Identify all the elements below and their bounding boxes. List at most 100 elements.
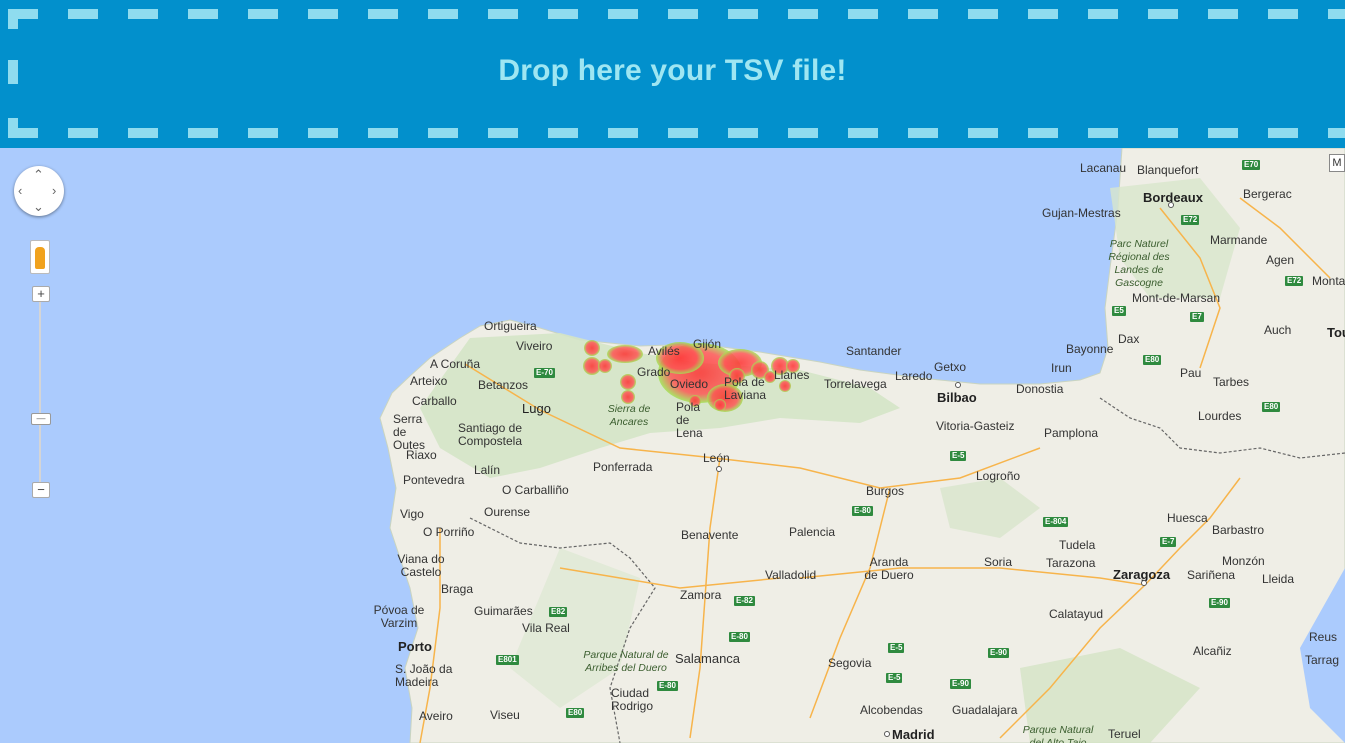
map-label: Tudela — [1059, 538, 1096, 552]
pan-control[interactable]: ⌃ ⌄ ‹ › — [14, 166, 64, 216]
map-label: Llanes — [774, 368, 810, 382]
dropzone-border-dash — [788, 9, 818, 19]
map-label: Parc Naturel Régional des Landes de Gasc… — [1108, 238, 1170, 289]
tsv-dropzone[interactable]: Drop here your TSV file! — [0, 0, 1345, 148]
highway-shield: E-5 — [950, 451, 967, 461]
map-label: Tarazona — [1046, 556, 1096, 570]
dropzone-border-dash — [608, 9, 638, 19]
highway-shield: E-5 — [888, 643, 905, 653]
map-label: Parque Natural de Arribes del Duero — [583, 649, 669, 674]
map-label: Lacanau — [1080, 161, 1127, 175]
map-label: Getxo — [934, 360, 967, 374]
map-label: Huesca — [1167, 511, 1208, 525]
dropzone-border-dash — [68, 128, 98, 138]
highway-shield: E-80 — [852, 506, 873, 516]
highway-shield: E-80 — [729, 632, 750, 642]
map-label: Segovia — [828, 656, 872, 670]
city-marker — [1141, 580, 1147, 586]
map-label: Pontevedra — [403, 473, 465, 487]
dropzone-border-dash — [308, 128, 338, 138]
pan-right-icon[interactable]: › — [52, 184, 56, 197]
map-label: Tarrag — [1305, 653, 1340, 667]
pan-down-icon[interactable]: ⌄ — [33, 200, 44, 213]
map-label: Alcañiz — [1193, 644, 1232, 658]
map-label: Grado — [637, 365, 671, 379]
city-marker — [716, 466, 722, 472]
dropzone-border-dash — [1088, 128, 1118, 138]
city-marker — [955, 382, 961, 388]
dropzone-border-dash — [728, 128, 758, 138]
map-label: Guimarães — [474, 604, 533, 618]
dropzone-border-dash — [248, 9, 278, 19]
dropzone-border-dash — [668, 128, 698, 138]
map-label: Zaragoza — [1113, 567, 1171, 582]
highway-shield: E-80 — [657, 681, 678, 691]
highway-shield: E-82 — [734, 596, 755, 606]
map-label: Sariñena — [1187, 568, 1236, 582]
map-label: Guadalajara — [952, 703, 1018, 717]
map-label: Gujan-Mestras — [1042, 206, 1121, 220]
pan-up-icon[interactable]: ⌃ — [33, 168, 44, 181]
map-label: Lourdes — [1198, 409, 1242, 423]
map-label: Oviedo — [670, 377, 709, 391]
map-label: Avilés — [648, 344, 680, 358]
map-label: S. João da Madeira — [395, 662, 453, 689]
map-label: Barbastro — [1212, 523, 1265, 537]
dropzone-border-dash — [1028, 128, 1058, 138]
dropzone-border-dash — [1268, 128, 1298, 138]
street-view-pegman[interactable] — [30, 240, 50, 274]
dropzone-border-dash — [8, 9, 18, 29]
map-label: Bilbao — [937, 390, 977, 405]
pegman-icon — [35, 247, 45, 269]
dropzone-border-dash — [548, 128, 578, 138]
map-label: Sierra de Ancares — [607, 403, 651, 428]
map-label: Braga — [441, 582, 474, 596]
highway-shield: E-7 — [1160, 537, 1177, 547]
map-label: Vitoria-Gasteiz — [936, 419, 1015, 433]
map-label: Madrid — [892, 727, 935, 742]
dropzone-border-dash — [1328, 9, 1345, 19]
zoom-slider-track[interactable] — [39, 301, 41, 491]
dropzone-border-dash — [68, 9, 98, 19]
dropzone-title: Drop here your TSV file! — [498, 54, 847, 87]
map-label: Ortigueira — [484, 319, 537, 333]
map-label: Zamora — [680, 588, 722, 602]
map-label: Santiago de Compostela — [457, 421, 523, 448]
map-label: Ourense — [484, 505, 531, 519]
zoom-slider-thumb[interactable]: — — [31, 413, 51, 425]
map-label: Viveiro — [516, 339, 553, 353]
map-label: Pola de Lena — [676, 400, 703, 440]
zoom-in-button[interactable]: + — [32, 286, 50, 302]
map-canvas[interactable]: Lacanau Blanquefort E70 Bordeaux Bergera… — [0, 148, 1345, 743]
highway-shield: E80 — [1262, 402, 1281, 412]
highway-shield: E5 — [1112, 306, 1126, 316]
dropzone-border-dash — [908, 128, 938, 138]
dropzone-border-dash — [8, 60, 18, 84]
dropzone-border-dash — [968, 9, 998, 19]
highway-shield: E-70 — [534, 368, 555, 378]
city-marker — [884, 731, 890, 737]
dropzone-border-dash — [668, 9, 698, 19]
highway-shield: E80 — [566, 708, 585, 718]
dropzone-border-dash — [128, 128, 158, 138]
map-label: Bergerac — [1243, 187, 1292, 201]
dropzone-border-dash — [1208, 9, 1238, 19]
highway-shield: E72 — [1181, 215, 1200, 225]
map-label: Viseu — [490, 708, 520, 722]
dropzone-border-dash — [308, 9, 338, 19]
dropzone-border-dash — [1328, 128, 1345, 138]
dropzone-border-dash — [368, 128, 398, 138]
map-label: O Carballiño — [502, 483, 569, 497]
map-label: Marmande — [1210, 233, 1268, 247]
map-label: Laredo — [895, 369, 933, 383]
zoom-out-button[interactable]: − — [32, 482, 50, 498]
map-label: Ponferrada — [593, 460, 653, 474]
map-label: Agen — [1266, 253, 1295, 267]
pan-left-icon[interactable]: ‹ — [18, 184, 22, 197]
map-label: Soria — [984, 555, 1013, 569]
map-type-button[interactable]: M — [1329, 154, 1345, 172]
dropzone-border-dash — [848, 128, 878, 138]
dropzone-border-dash — [8, 118, 18, 138]
dropzone-border-dash — [488, 9, 518, 19]
dropzone-border-dash — [548, 9, 578, 19]
